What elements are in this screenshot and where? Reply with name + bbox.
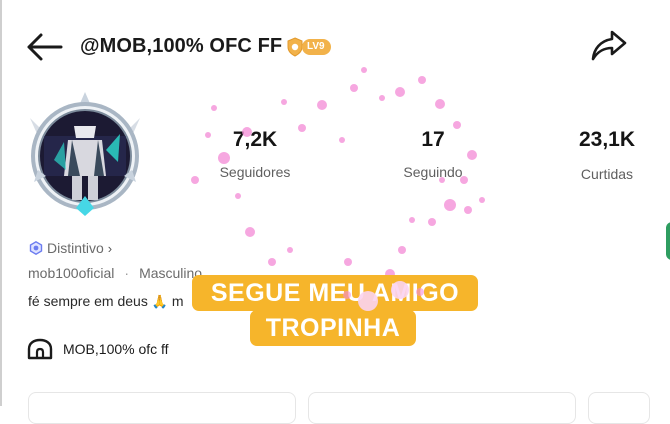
level-badge: LV9 [286,37,331,57]
profile-card-2[interactable] [308,392,576,424]
profile-card-3[interactable] [588,392,650,424]
avatar[interactable] [24,90,146,220]
bio-trailing-text: m [171,293,184,309]
share-button[interactable] [587,26,631,66]
following-stat[interactable]: 17 Seguindo [388,128,478,180]
bio: fé sempre em deus 🙏 m [28,293,183,310]
badge-label: Distintivo [47,240,104,256]
arrow-left-icon [27,33,63,61]
profile-card-1[interactable] [28,392,296,424]
community-link[interactable]: MOB,100% ofc ff [27,338,169,360]
username: mob100oficial [28,265,115,281]
caption-line-1: SEGUE MEU AMIGO [192,275,478,311]
bio-text: fé sempre em deus [28,293,148,309]
avatar-frame-image [30,92,140,216]
profile-screen: @MOB,100% OFC FF LV9 7,2K Seguidores 17 … [0,0,670,424]
promo-caption: SEGUE MEU AMIGO TROPINHA [192,275,478,347]
badge-link[interactable]: Distintivo › [29,240,112,256]
page-title: @MOB,100% OFC FF [80,35,283,57]
back-button[interactable] [24,28,64,66]
level-label: LV9 [302,39,331,55]
praying-hands-icon: 🙏 [151,294,168,309]
hexagon-badge-icon [29,241,43,255]
followers-count: 7,2K [232,128,278,151]
likes-count: 23,1K [578,128,636,151]
caption-line-2: TROPINHA [250,310,416,346]
separator: · [124,265,130,281]
user-info-row: mob100oficial · Masculino [28,265,202,281]
following-label: Seguindo [403,164,463,180]
chevron-right-icon: › [107,240,113,256]
community-name: MOB,100% ofc ff [63,341,169,357]
tent-icon [27,338,53,360]
side-tab-handle[interactable] [666,222,670,260]
share-arrow-icon [591,30,627,61]
followers-label: Seguidores [219,164,291,180]
following-count: 17 [421,128,445,151]
likes-label: Curtidas [580,166,634,182]
likes-stat[interactable]: 23,1K Curtidas [564,128,650,182]
followers-stat[interactable]: 7,2K Seguidores [210,128,300,180]
